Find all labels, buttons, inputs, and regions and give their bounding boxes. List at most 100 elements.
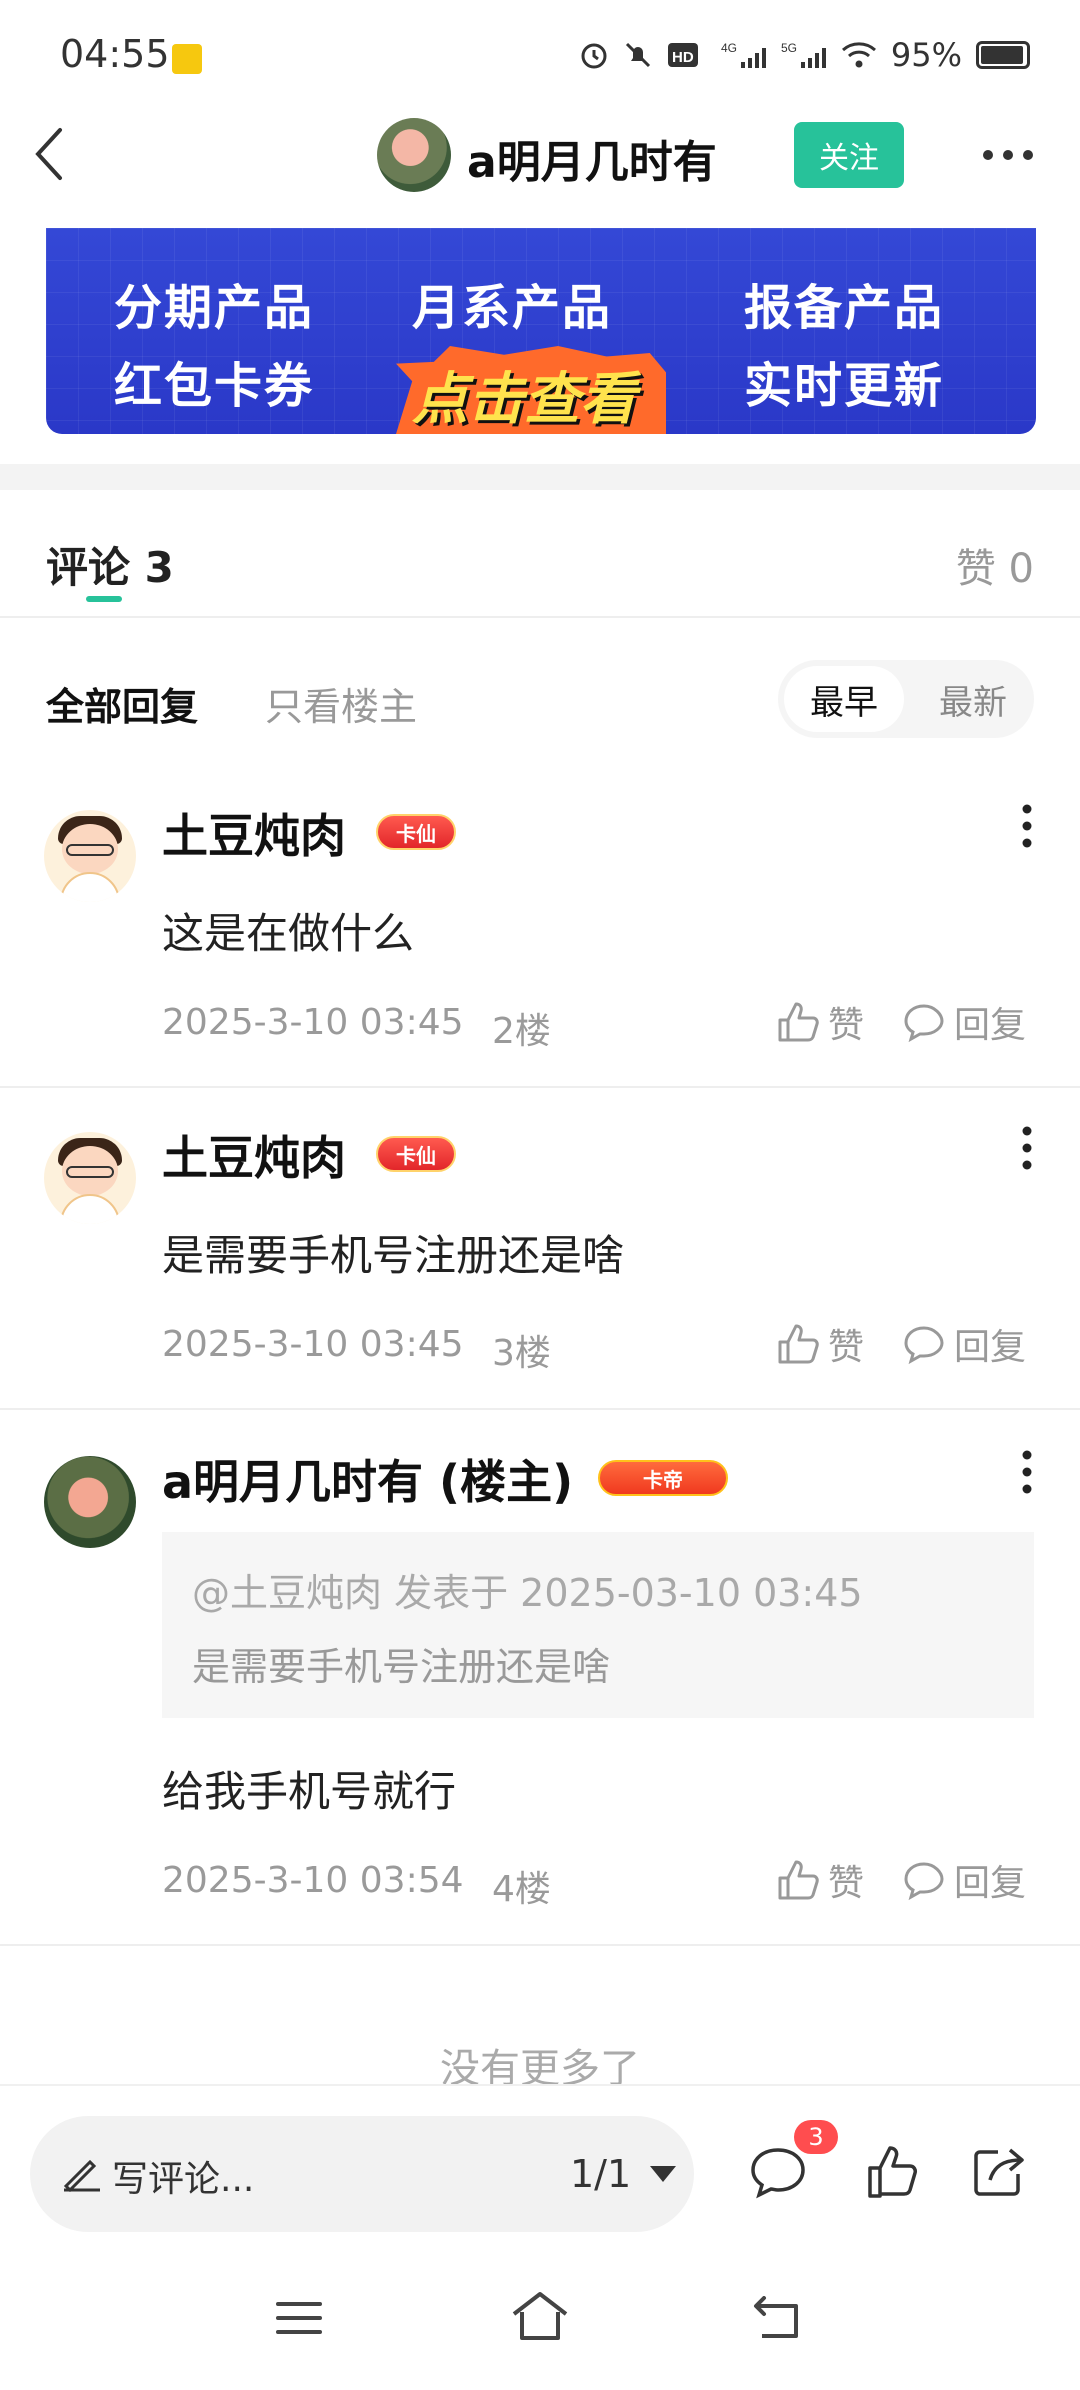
likes-tab[interactable]: 赞 0 — [956, 536, 1034, 594]
banner-item: 分期产品 — [114, 280, 315, 336]
back-nav-icon — [754, 2296, 798, 2338]
comment-text: 这是在做什么 — [162, 909, 415, 958]
status-time: 04:55 — [60, 32, 170, 76]
page-indicator[interactable]: 1/1 — [570, 2152, 631, 2196]
like-label: 赞 — [828, 1863, 865, 1904]
divider — [0, 616, 1080, 618]
menu-icon — [276, 2302, 322, 2334]
author-name[interactable]: a明月几时有 — [467, 126, 717, 190]
thumbs-up-icon — [778, 1860, 819, 1900]
caret-down-icon[interactable] — [650, 2166, 676, 2182]
notification-app-icon — [172, 44, 202, 74]
wifi-icon — [841, 42, 876, 68]
reply-label: 回复 — [954, 1863, 1027, 1904]
more-options-button[interactable] — [980, 140, 1036, 170]
commenter-name[interactable]: a明月几时有 (楼主) — [162, 1446, 573, 1512]
status-icons: HD 4G 5G 95% — [579, 36, 1030, 74]
back-button[interactable] — [26, 124, 76, 184]
more-vertical-icon — [1022, 1450, 1032, 1494]
reply-label: 回复 — [954, 1327, 1027, 1368]
follow-button[interactable]: 关注 — [794, 122, 904, 188]
battery-icon — [976, 41, 1030, 69]
back-nav-button[interactable] — [752, 2296, 804, 2340]
reply-button[interactable]: 回复 — [902, 1854, 1026, 1906]
comment-time: 2025-3-10 03:45 — [162, 1324, 464, 1365]
thumbs-up-icon — [868, 2146, 917, 2198]
comment-bubble-icon — [751, 2148, 805, 2199]
divider — [0, 1086, 1080, 1088]
filter-op-only[interactable]: 只看楼主 — [265, 676, 417, 731]
sort-earliest[interactable]: 最早 — [784, 666, 904, 732]
comment-bubble-icon — [904, 1004, 944, 1043]
like-post-button[interactable] — [866, 2142, 920, 2202]
chevron-left-icon — [35, 128, 62, 180]
alarm-icon — [581, 43, 607, 69]
more-vertical-icon — [1022, 804, 1032, 848]
comment-count-badge: 3 — [794, 2120, 838, 2154]
sort-latest[interactable]: 最新 — [918, 666, 1028, 732]
pencil-icon — [60, 2150, 102, 2192]
comment-text: 是需要手机号注册还是啥 — [162, 1231, 625, 1280]
author-avatar[interactable] — [377, 118, 451, 192]
divider — [0, 1944, 1080, 1946]
avatar[interactable] — [44, 810, 136, 902]
level-badge: 卡帝 — [598, 1460, 728, 1496]
banner-item: 实时更新 — [744, 358, 945, 414]
reply-button[interactable]: 回复 — [902, 996, 1026, 1048]
comments-button[interactable] — [748, 2142, 808, 2202]
menu-nav-button[interactable] — [274, 2298, 324, 2338]
tab-comments[interactable]: 评论 3 — [46, 534, 174, 595]
svg-text:HD: HD — [672, 49, 694, 66]
avatar[interactable] — [44, 1456, 136, 1548]
reply-button[interactable]: 回复 — [902, 1318, 1026, 1370]
like-button[interactable]: 赞 — [776, 996, 864, 1048]
quote-text: 是需要手机号注册还是啥 — [192, 1645, 611, 1689]
comment-time: 2025-3-10 03:54 — [162, 1860, 464, 1901]
banner-item: 报备产品 — [744, 280, 945, 336]
share-icon — [974, 2148, 1024, 2196]
like-button[interactable]: 赞 — [776, 1318, 864, 1370]
like-button[interactable]: 赞 — [776, 1854, 864, 1906]
section-divider — [0, 464, 1080, 490]
mute-icon — [625, 42, 650, 68]
svg-text:5G: 5G — [781, 41, 797, 55]
svg-text:4G: 4G — [721, 41, 737, 55]
comment-time: 2025-3-10 03:45 — [162, 1002, 464, 1043]
filter-all-replies[interactable]: 全部回复 — [46, 676, 198, 731]
commenter-name[interactable]: 土豆炖肉 — [162, 1122, 346, 1188]
comment-floor: 3楼 — [492, 1333, 551, 1374]
banner-item: 红包卡券 — [114, 358, 315, 414]
comment-text: 给我手机号就行 — [162, 1767, 457, 1816]
tab-indicator — [86, 596, 122, 602]
banner-cta[interactable]: 点击查看 — [412, 354, 636, 434]
level-badge: 卡仙 — [376, 814, 456, 850]
write-comment-placeholder[interactable]: 写评论... — [112, 2150, 254, 2202]
comment-floor: 4楼 — [492, 1869, 551, 1910]
home-nav-button[interactable] — [510, 2290, 570, 2342]
more-horizontal-icon — [983, 150, 1033, 160]
like-label: 赞 — [828, 1327, 865, 1368]
home-icon — [512, 2292, 568, 2340]
comment-floor: 2楼 — [492, 1011, 551, 1052]
commenter-name[interactable]: 土豆炖肉 — [162, 800, 346, 866]
more-vertical-icon — [1022, 1126, 1032, 1170]
comment-more-button[interactable] — [1022, 804, 1032, 848]
avatar[interactable] — [44, 1132, 136, 1224]
comment-more-button[interactable] — [1022, 1126, 1032, 1170]
like-label: 赞 — [828, 1005, 865, 1046]
comment-bubble-icon — [904, 1326, 944, 1365]
comment-more-button[interactable] — [1022, 1450, 1032, 1494]
thumbs-up-icon — [778, 1324, 819, 1364]
thumbs-up-icon — [778, 1002, 819, 1042]
4g-signal-icon: 4G — [721, 41, 766, 68]
promo-banner[interactable]: 分期产品 月系产品 报备产品 红包卡券 点击查看 实时更新 — [46, 228, 1036, 434]
divider — [0, 1408, 1080, 1410]
quote-header: @土豆炖肉 发表于 2025-03-10 03:45 — [192, 1571, 863, 1615]
level-badge: 卡仙 — [376, 1136, 456, 1172]
reply-label: 回复 — [954, 1005, 1027, 1046]
comment-bubble-icon — [904, 1862, 944, 1901]
share-button[interactable] — [968, 2142, 1028, 2202]
hd-icon: HD — [667, 43, 698, 67]
5g-signal-icon: 5G — [781, 41, 826, 68]
battery-percent: 95% — [890, 36, 962, 74]
